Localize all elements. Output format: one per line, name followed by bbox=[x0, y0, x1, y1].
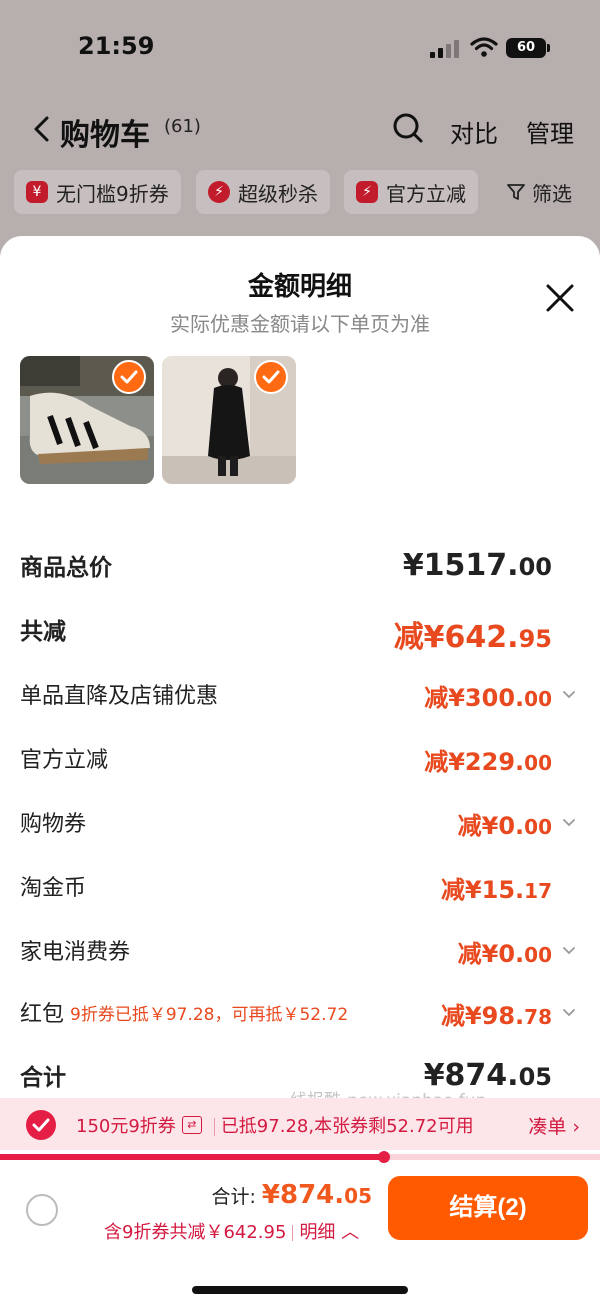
battery-icon: 60 bbox=[506, 38, 550, 58]
row-label: 淘金币 bbox=[20, 876, 87, 901]
signal-icon bbox=[430, 38, 460, 58]
wifi-icon bbox=[470, 37, 498, 57]
detail-toggle[interactable]: 明细 ︿ bbox=[299, 1222, 359, 1243]
row-value: 减¥98.78 bbox=[440, 1002, 552, 1030]
coupon-progress-bar bbox=[0, 1151, 600, 1163]
page-title: 购物车 bbox=[60, 118, 150, 153]
coupon-icon: ¥ bbox=[26, 181, 48, 203]
discount-text: 含9折券共减￥642.95 bbox=[104, 1222, 287, 1243]
filter-chip-label: 无门槛9折券 bbox=[56, 181, 169, 206]
row-value: 减¥0.00 bbox=[457, 940, 552, 968]
flash-icon: ⚡ bbox=[208, 181, 230, 203]
manage-button[interactable]: 管理 bbox=[526, 114, 574, 149]
row-official-discount: 官方立减 减¥229.00 bbox=[20, 742, 580, 782]
add-items-link[interactable]: 凑单 › bbox=[528, 1112, 580, 1139]
row-label: 购物券 bbox=[20, 812, 87, 837]
row-value: ¥1517.00 bbox=[402, 548, 552, 583]
flash-icon: ⚡ bbox=[356, 181, 378, 203]
sheet-subtitle: 实际优惠金额请以下单页为准 bbox=[170, 312, 430, 336]
chevron-down-icon[interactable] bbox=[562, 688, 576, 702]
total-label: 合计: bbox=[211, 1186, 262, 1208]
chevron-down-icon[interactable] bbox=[562, 816, 576, 830]
coupon-check-icon[interactable] bbox=[26, 1110, 56, 1140]
chevron-down-icon[interactable] bbox=[562, 1006, 576, 1020]
row-label: 红包 bbox=[20, 1002, 65, 1027]
row-value: 减¥0.00 bbox=[457, 812, 552, 840]
discount-summary: 含9折券共减￥642.95 明细 ︿ bbox=[104, 1218, 359, 1244]
cart-nav-bar: 购物车 (61) 对比 管理 bbox=[0, 100, 600, 160]
close-icon[interactable] bbox=[544, 282, 576, 314]
search-icon[interactable] bbox=[392, 112, 424, 144]
row-store-discount[interactable]: 单品直降及店铺优惠 减¥300.00 bbox=[20, 678, 580, 718]
row-total-reduction: 共减 减¥642.95 bbox=[20, 612, 580, 655]
row-item-total: 商品总价 ¥1517.00 bbox=[20, 548, 580, 588]
row-value: 减¥642.95 bbox=[393, 620, 552, 655]
bottom-total: 合计: ¥874.05 bbox=[211, 1180, 372, 1210]
row-value: 减¥15.17 bbox=[440, 876, 552, 904]
row-red-packet[interactable]: 红包 9折券已抵￥97.28，可再抵￥52.72 减¥98.78 bbox=[20, 996, 580, 1036]
row-label: 商品总价 bbox=[20, 555, 112, 581]
filter-chip-label: 官方立减 bbox=[386, 181, 466, 206]
swap-icon[interactable]: ⇄ bbox=[181, 1116, 202, 1134]
select-all-checkbox[interactable] bbox=[26, 1194, 58, 1226]
home-indicator bbox=[192, 1286, 408, 1294]
row-value: 减¥300.00 bbox=[424, 684, 552, 712]
row-label: 官方立减 bbox=[20, 748, 109, 773]
back-chevron-icon[interactable] bbox=[30, 114, 52, 144]
product-thumbnail-down-coat[interactable] bbox=[162, 356, 296, 484]
status-time: 21:59 bbox=[78, 32, 155, 60]
filter-chip-coupon[interactable]: ¥ 无门槛9折券 bbox=[14, 170, 181, 214]
selected-check-icon[interactable] bbox=[254, 360, 288, 394]
filter-chip-flash-sale[interactable]: ⚡ 超级秒杀 bbox=[196, 170, 330, 214]
amount-detail-sheet: 金额明细 实际优惠金额请以下单页为准 商品总价 ¥1517.00 共减 减¥64… bbox=[0, 236, 600, 1304]
filter-bar: ¥ 无门槛9折券 ⚡ 超级秒杀 ⚡ 官方立减 筛选 bbox=[0, 170, 600, 218]
filter-button[interactable]: 筛选 bbox=[494, 170, 584, 214]
row-shopping-voucher[interactable]: 购物券 减¥0.00 bbox=[20, 806, 580, 846]
chevron-down-icon[interactable] bbox=[562, 944, 576, 958]
coupon-name: 150元9折券 bbox=[76, 1116, 176, 1137]
coupon-strip: 150元9折券 ⇄ 已抵97.28,本张券剩52.72可用 凑单 › bbox=[0, 1098, 600, 1150]
status-bar: 21:59 60 bbox=[0, 0, 600, 96]
row-appliance-voucher[interactable]: 家电消费券 减¥0.00 bbox=[20, 934, 580, 974]
cart-count: (61) bbox=[164, 116, 201, 137]
filter-icon bbox=[507, 184, 525, 200]
coupon-status: 已抵97.28,本张券剩52.72可用 bbox=[220, 1116, 474, 1137]
filter-chip-label: 超级秒杀 bbox=[238, 181, 318, 206]
row-label: 共减 bbox=[20, 619, 66, 645]
divider bbox=[213, 1118, 215, 1136]
coupon-progress-knob bbox=[378, 1151, 390, 1163]
compare-button[interactable]: 对比 bbox=[450, 114, 498, 149]
red-packet-note: 9折券已抵￥97.28，可再抵￥52.72 bbox=[70, 1005, 349, 1025]
row-taojinbi: 淘金币 减¥15.17 bbox=[20, 870, 580, 910]
row-value: 减¥229.00 bbox=[424, 748, 552, 776]
row-label: 家电消费券 bbox=[20, 940, 131, 965]
filter-chip-official-discount[interactable]: ⚡ 官方立减 bbox=[344, 170, 478, 214]
checkout-button[interactable]: 结算(2) bbox=[388, 1176, 588, 1240]
selected-check-icon[interactable] bbox=[112, 360, 146, 394]
coupon-info: 150元9折券 ⇄ 已抵97.28,本张券剩52.72可用 bbox=[76, 1112, 474, 1138]
row-label: 单品直降及店铺优惠 bbox=[20, 684, 219, 709]
product-thumbnail-sneakers[interactable] bbox=[20, 356, 154, 484]
row-label: 合计 bbox=[20, 1065, 66, 1091]
coupon-progress-fill bbox=[0, 1154, 384, 1160]
filter-chip-label: 筛选 bbox=[532, 181, 572, 206]
sheet-title: 金额明细 bbox=[247, 272, 352, 302]
total-amount: ¥874.05 bbox=[261, 1180, 372, 1210]
